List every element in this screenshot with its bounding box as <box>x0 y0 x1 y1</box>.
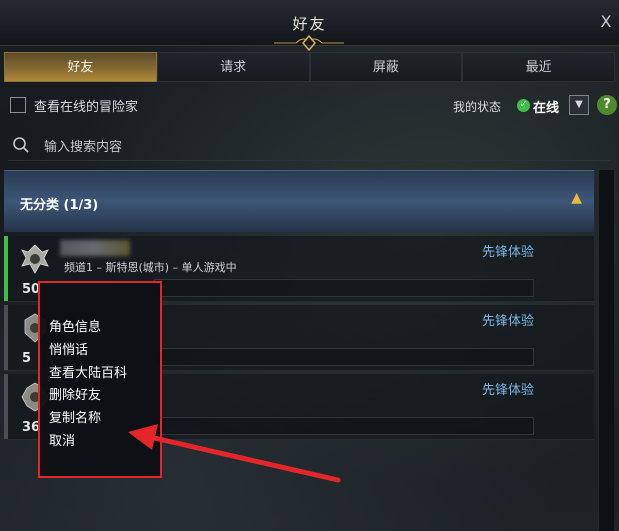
friend-server: 先锋体验 <box>482 245 535 260</box>
friend-level: 5 <box>22 351 32 366</box>
menu-item-copy-name[interactable]: 复制名称 <box>49 407 101 426</box>
friends-toolbar: 查看在线的冒险家 我的状态 ✓ 在线 ▼ ? <box>10 95 617 117</box>
friend-group-header[interactable]: 无分类 (1/3) ▲ <box>4 170 594 232</box>
friend-detail-box <box>154 279 534 297</box>
show-online-checkbox[interactable] <box>10 97 26 113</box>
search-bar <box>8 133 610 161</box>
chevron-down-icon: ▼ <box>575 99 583 110</box>
friend-detail-box <box>154 348 534 366</box>
tab-friends[interactable]: 好友 <box>4 52 157 82</box>
friend-detail-box <box>154 417 534 435</box>
friend-name-blurred <box>60 240 130 256</box>
friend-server: 先锋体验 <box>482 314 535 329</box>
window-title: 好友 <box>292 15 327 33</box>
menu-item-whisper[interactable]: 悄悄话 <box>49 339 88 358</box>
menu-item-cancel[interactable]: 取消 <box>49 430 75 449</box>
list-scrollbar[interactable] <box>598 170 614 531</box>
menu-item-view-encyclopedia[interactable]: 查看大陆百科 <box>49 362 127 381</box>
tab-requests[interactable]: 请求 <box>156 52 310 82</box>
friend-context-menu: 角色信息 悄悄话 查看大陆百科 删除好友 复制名称 取消 <box>38 281 162 478</box>
tab-blocked[interactable]: 屏蔽 <box>309 52 463 82</box>
close-icon[interactable]: X <box>597 12 615 32</box>
class-emblem-icon <box>21 244 49 274</box>
show-online-label[interactable]: 查看在线的冒险家 <box>34 96 138 115</box>
search-input[interactable] <box>44 137 584 157</box>
menu-item-delete-friend[interactable]: 删除好友 <box>49 384 101 403</box>
offline-indicator <box>4 305 8 370</box>
status-dropdown-button[interactable]: ▼ <box>569 95 589 115</box>
friend-location: 频道1 – 斯特恩(城市) – 单人游戏中 <box>64 261 237 274</box>
chevron-up-icon[interactable]: ▲ <box>571 190 582 206</box>
online-check-icon: ✓ <box>517 99 530 112</box>
offline-indicator <box>4 374 8 439</box>
tab-bar: 好友 请求 屏蔽 最近 <box>4 52 615 82</box>
tab-recent[interactable]: 最近 <box>462 52 615 82</box>
group-title: 无分类 (1/3) <box>20 198 99 213</box>
search-icon <box>13 137 29 153</box>
online-indicator <box>4 236 8 301</box>
window-titlebar: 好友 X <box>0 0 619 52</box>
friend-server: 先锋体验 <box>482 383 535 398</box>
menu-item-character-info[interactable]: 角色信息 <box>49 316 101 335</box>
title-ornament-icon <box>274 34 344 52</box>
my-status-label: 我的状态 <box>453 100 502 114</box>
help-button[interactable]: ? <box>597 95 617 115</box>
status-value: 在线 <box>533 101 560 116</box>
